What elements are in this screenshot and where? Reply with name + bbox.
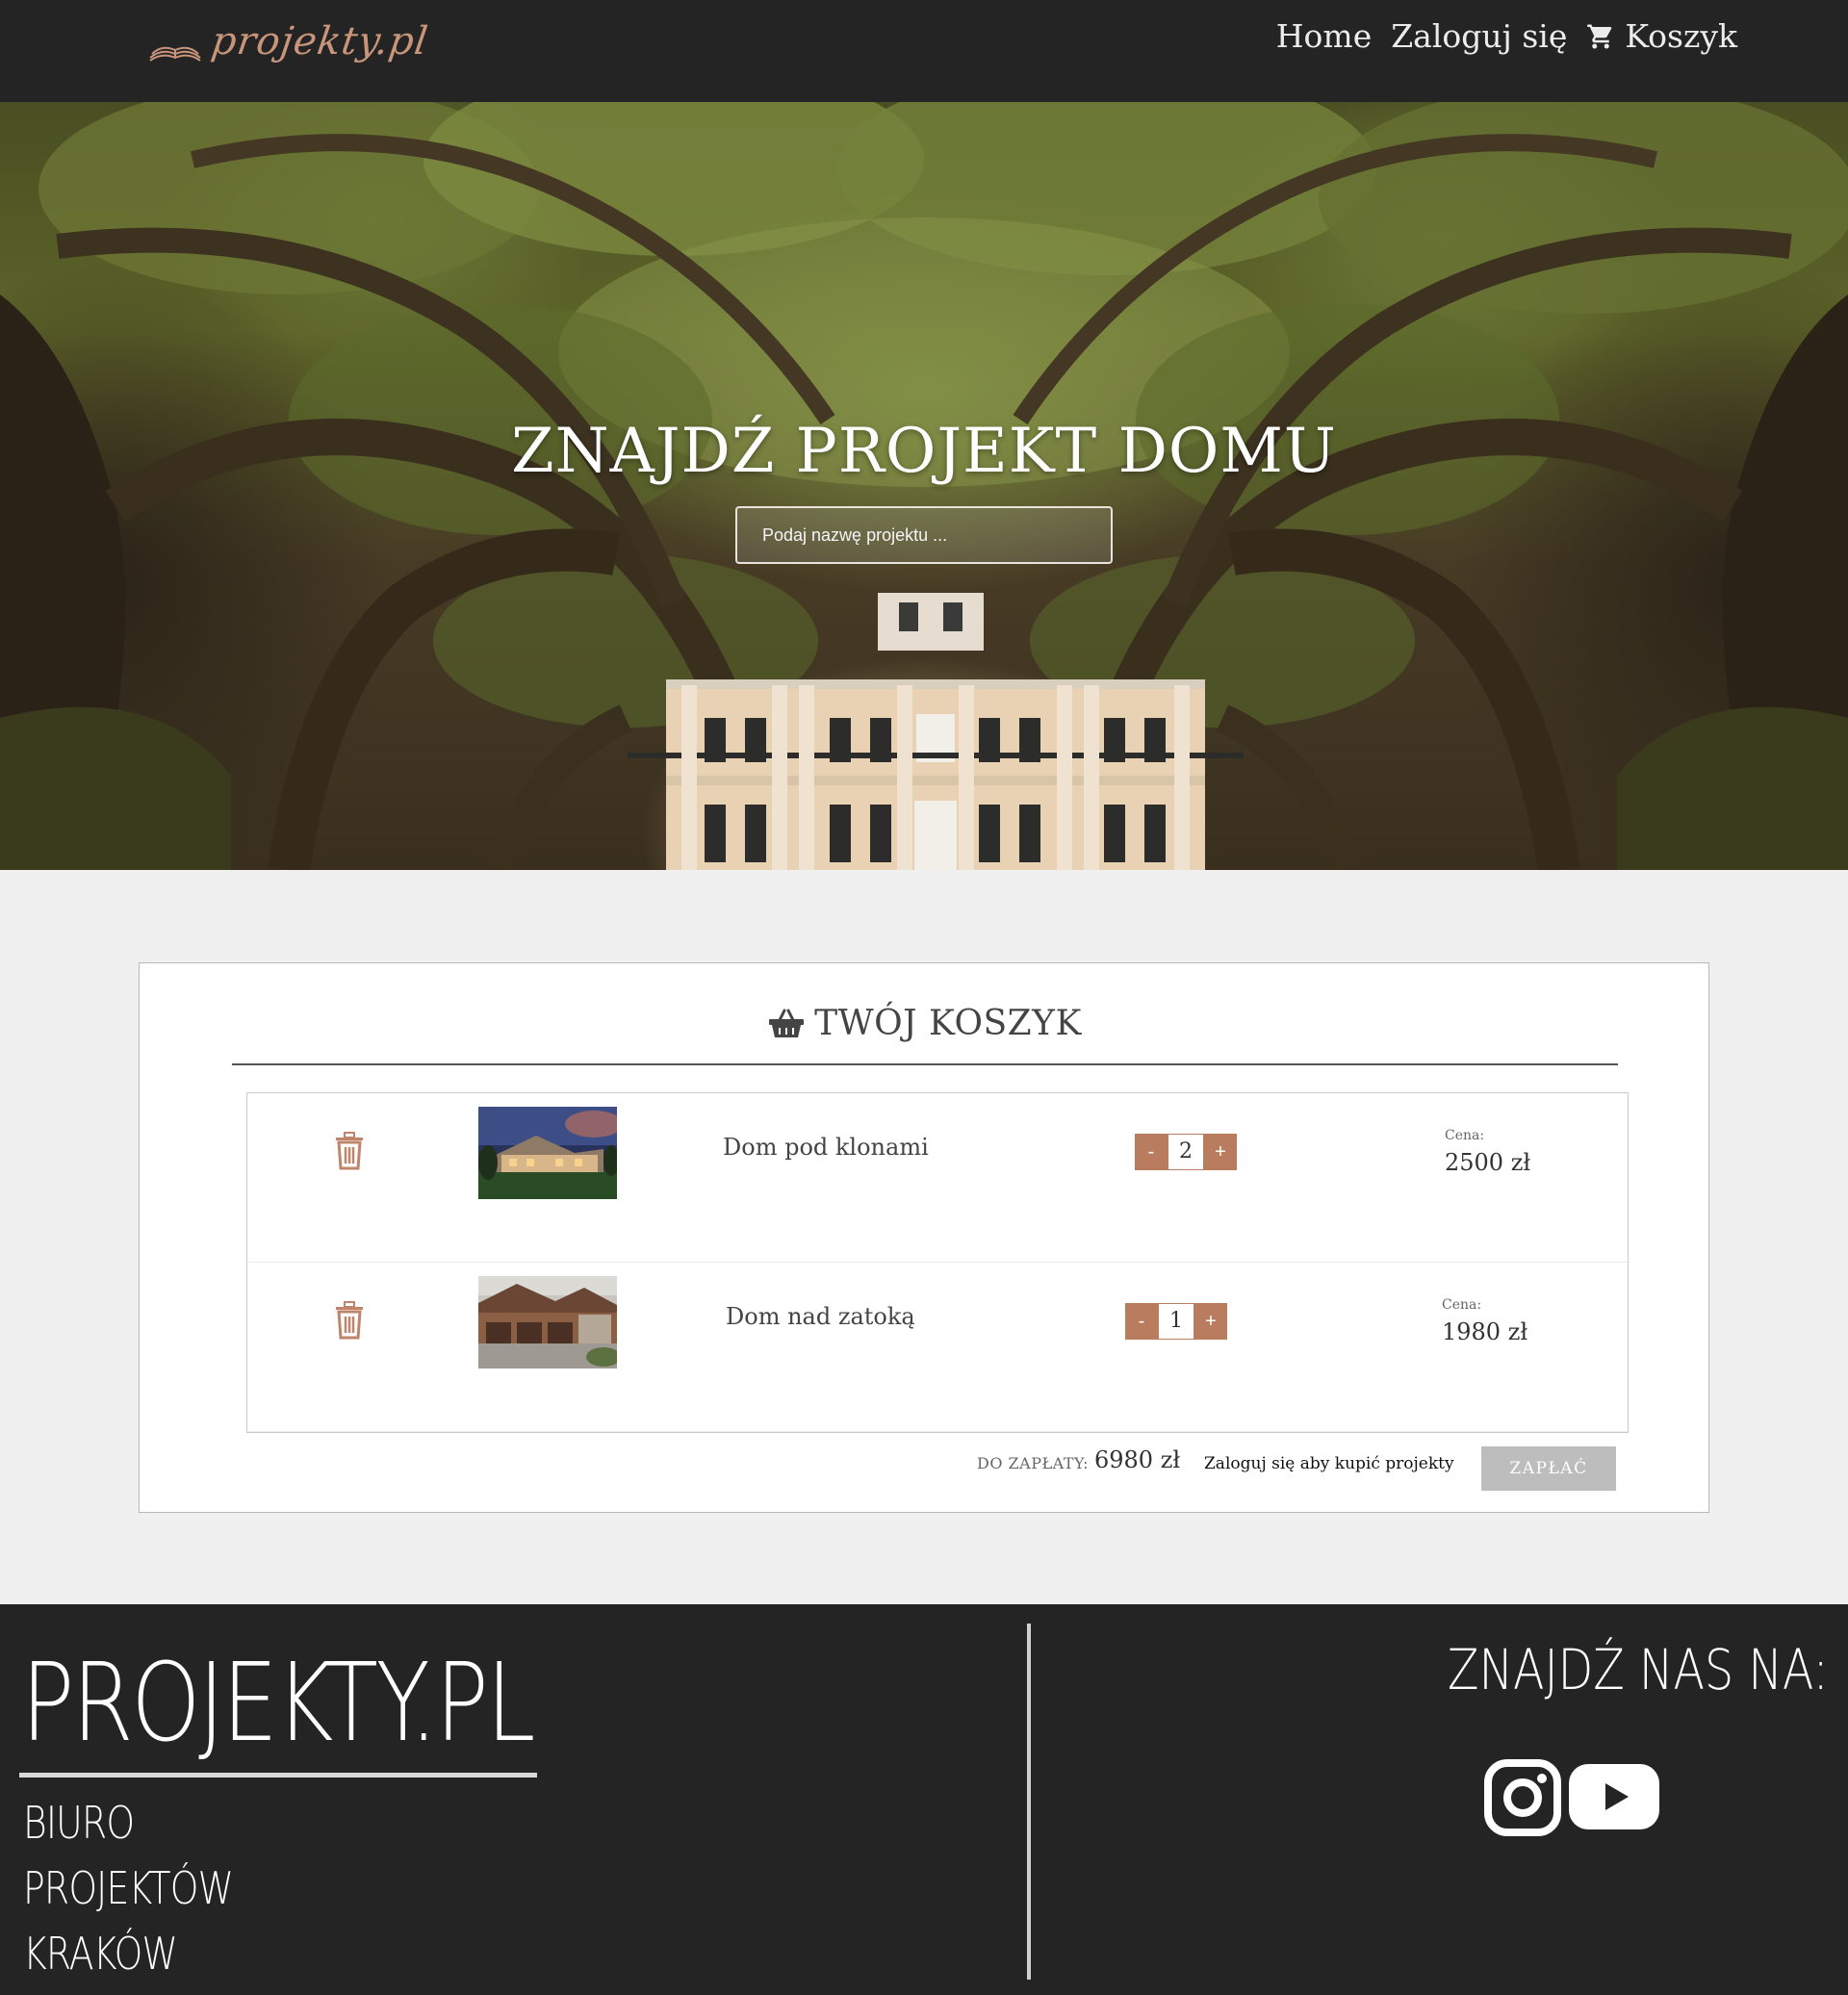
total-value: 6980 zł	[1094, 1446, 1181, 1473]
cart-items-list: Dom pod klonami - 2 + Cena: 2500 zł Dom …	[246, 1092, 1629, 1433]
project-name[interactable]: Dom pod klonami	[723, 1134, 929, 1161]
quantity-value[interactable]: 1	[1158, 1303, 1194, 1340]
cart-title-text: TWÓJ KOSZYK	[814, 1004, 1082, 1043]
footer-subtitle-line: BIURO	[23, 1797, 135, 1849]
footer-subtitle-line: KRAKÓW	[23, 1928, 178, 1980]
cart-panel: TWÓJ KOSZYK Dom pod klonami - 2 + Cena: …	[139, 962, 1709, 1513]
cart-item-row: Dom nad zatoką - 1 + Cena: 1980 zł	[247, 1263, 1628, 1432]
project-search-input[interactable]	[735, 506, 1113, 564]
cart-item-row: Dom pod klonami - 2 + Cena: 2500 zł	[247, 1093, 1628, 1263]
site-logo[interactable]: projekty.pl	[148, 17, 431, 87]
hero-banner: ZNAJDŹ PROJEKT DOMU	[0, 102, 1848, 870]
decrease-quantity-button[interactable]: -	[1125, 1303, 1158, 1340]
nav-home-link[interactable]: Home	[1276, 17, 1372, 55]
footer-brand: PROJEKTY.PL	[21, 1641, 535, 1766]
footer-subtitle-line: PROJEKTÓW	[23, 1862, 234, 1914]
basket-icon	[769, 1009, 805, 1037]
pay-button[interactable]: ZAPŁAĆ	[1481, 1446, 1616, 1491]
price-label: Cena:	[1442, 1297, 1482, 1313]
house-illustration	[628, 593, 1244, 870]
nav-cart-link[interactable]: Koszyk	[1586, 17, 1737, 55]
nav-cart-label: Koszyk	[1625, 17, 1737, 55]
cart-title: TWÓJ KOSZYK	[768, 1004, 1082, 1043]
nav-links: Home Zaloguj się Koszyk	[1257, 17, 1737, 55]
total-label: DO ZAPŁATY:	[977, 1454, 1089, 1472]
footer-divider-line	[19, 1773, 537, 1778]
quantity-stepper: - 2 +	[1135, 1134, 1237, 1170]
item-price: 1980 zł	[1442, 1318, 1528, 1345]
footer: PROJEKTY.PL BIURO PROJEKTÓW KRAKÓW ZNAJD…	[0, 1604, 1848, 1995]
find-us-heading: ZNAJDŹ NAS NA:	[1448, 1637, 1829, 1702]
cart-header: TWÓJ KOSZYK	[232, 1004, 1618, 1065]
instagram-icon[interactable]	[1484, 1759, 1561, 1836]
footer-vertical-divider	[1027, 1624, 1031, 1980]
quantity-stepper: - 1 +	[1125, 1303, 1227, 1340]
youtube-icon[interactable]	[1569, 1764, 1659, 1829]
shopping-cart-icon	[1587, 24, 1612, 48]
project-thumbnail	[478, 1276, 617, 1368]
project-thumbnail	[478, 1107, 617, 1199]
top-navbar: projekty.pl Home Zaloguj się Koszyk	[0, 0, 1848, 102]
project-name[interactable]: Dom nad zatoką	[726, 1303, 915, 1330]
item-price: 2500 zł	[1445, 1149, 1531, 1176]
quantity-value[interactable]: 2	[1168, 1134, 1204, 1170]
increase-quantity-button[interactable]: +	[1204, 1134, 1237, 1170]
login-required-note: Zaloguj się aby kupić projekty	[1204, 1454, 1454, 1473]
nav-login-link[interactable]: Zaloguj się	[1391, 17, 1567, 55]
logo-text: projekty.pl	[208, 19, 431, 64]
trash-icon[interactable]	[334, 1132, 365, 1170]
book-icon	[149, 46, 201, 62]
hero-title: ZNAJDŹ PROJEKT DOMU	[511, 416, 1337, 487]
decrease-quantity-button[interactable]: -	[1135, 1134, 1168, 1170]
trash-icon[interactable]	[334, 1301, 365, 1340]
price-label: Cena:	[1445, 1128, 1485, 1143]
increase-quantity-button[interactable]: +	[1194, 1303, 1227, 1340]
